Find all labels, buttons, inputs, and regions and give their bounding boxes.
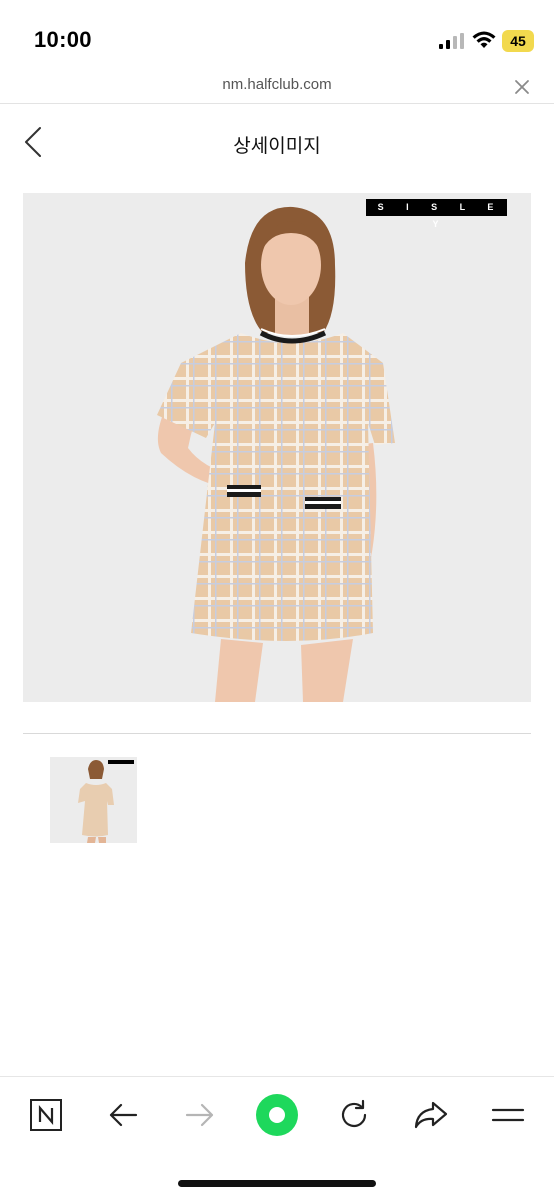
brand-tag: S I S L E Y	[366, 199, 507, 229]
green-dot-icon	[256, 1094, 298, 1136]
refresh-icon	[341, 1099, 367, 1128]
status-bar: 10:00 45	[0, 0, 554, 70]
battery-icon: 45	[502, 30, 534, 52]
product-thumbnail[interactable]	[50, 757, 137, 843]
menu-button[interactable]	[486, 1093, 530, 1137]
green-dot-button[interactable]	[255, 1093, 299, 1137]
naver-home-icon	[30, 1099, 62, 1131]
refresh-button[interactable]	[332, 1093, 376, 1137]
back-button[interactable]	[101, 1093, 145, 1137]
share-button[interactable]	[409, 1093, 453, 1137]
share-icon	[414, 1101, 448, 1129]
divider	[23, 733, 531, 734]
home-indicator	[178, 1180, 376, 1187]
model-photo	[23, 193, 531, 702]
signal-icon	[439, 33, 464, 49]
page-header: 상세이미지	[0, 104, 554, 180]
close-icon[interactable]	[513, 78, 531, 96]
url-bar[interactable]: nm.halfclub.com	[0, 70, 554, 104]
menu-icon	[491, 1108, 525, 1122]
forward-button[interactable]	[178, 1093, 222, 1137]
status-time: 10:00	[34, 27, 92, 52]
thumbnail-photo	[50, 757, 137, 843]
wifi-icon	[472, 31, 496, 48]
back-arrow-icon	[109, 1103, 138, 1127]
url-text[interactable]: nm.halfclub.com	[0, 76, 554, 93]
naver-home-button[interactable]	[24, 1093, 68, 1137]
product-main-image	[23, 193, 531, 702]
page-title: 상세이미지	[233, 136, 321, 157]
forward-arrow-icon	[185, 1103, 214, 1127]
